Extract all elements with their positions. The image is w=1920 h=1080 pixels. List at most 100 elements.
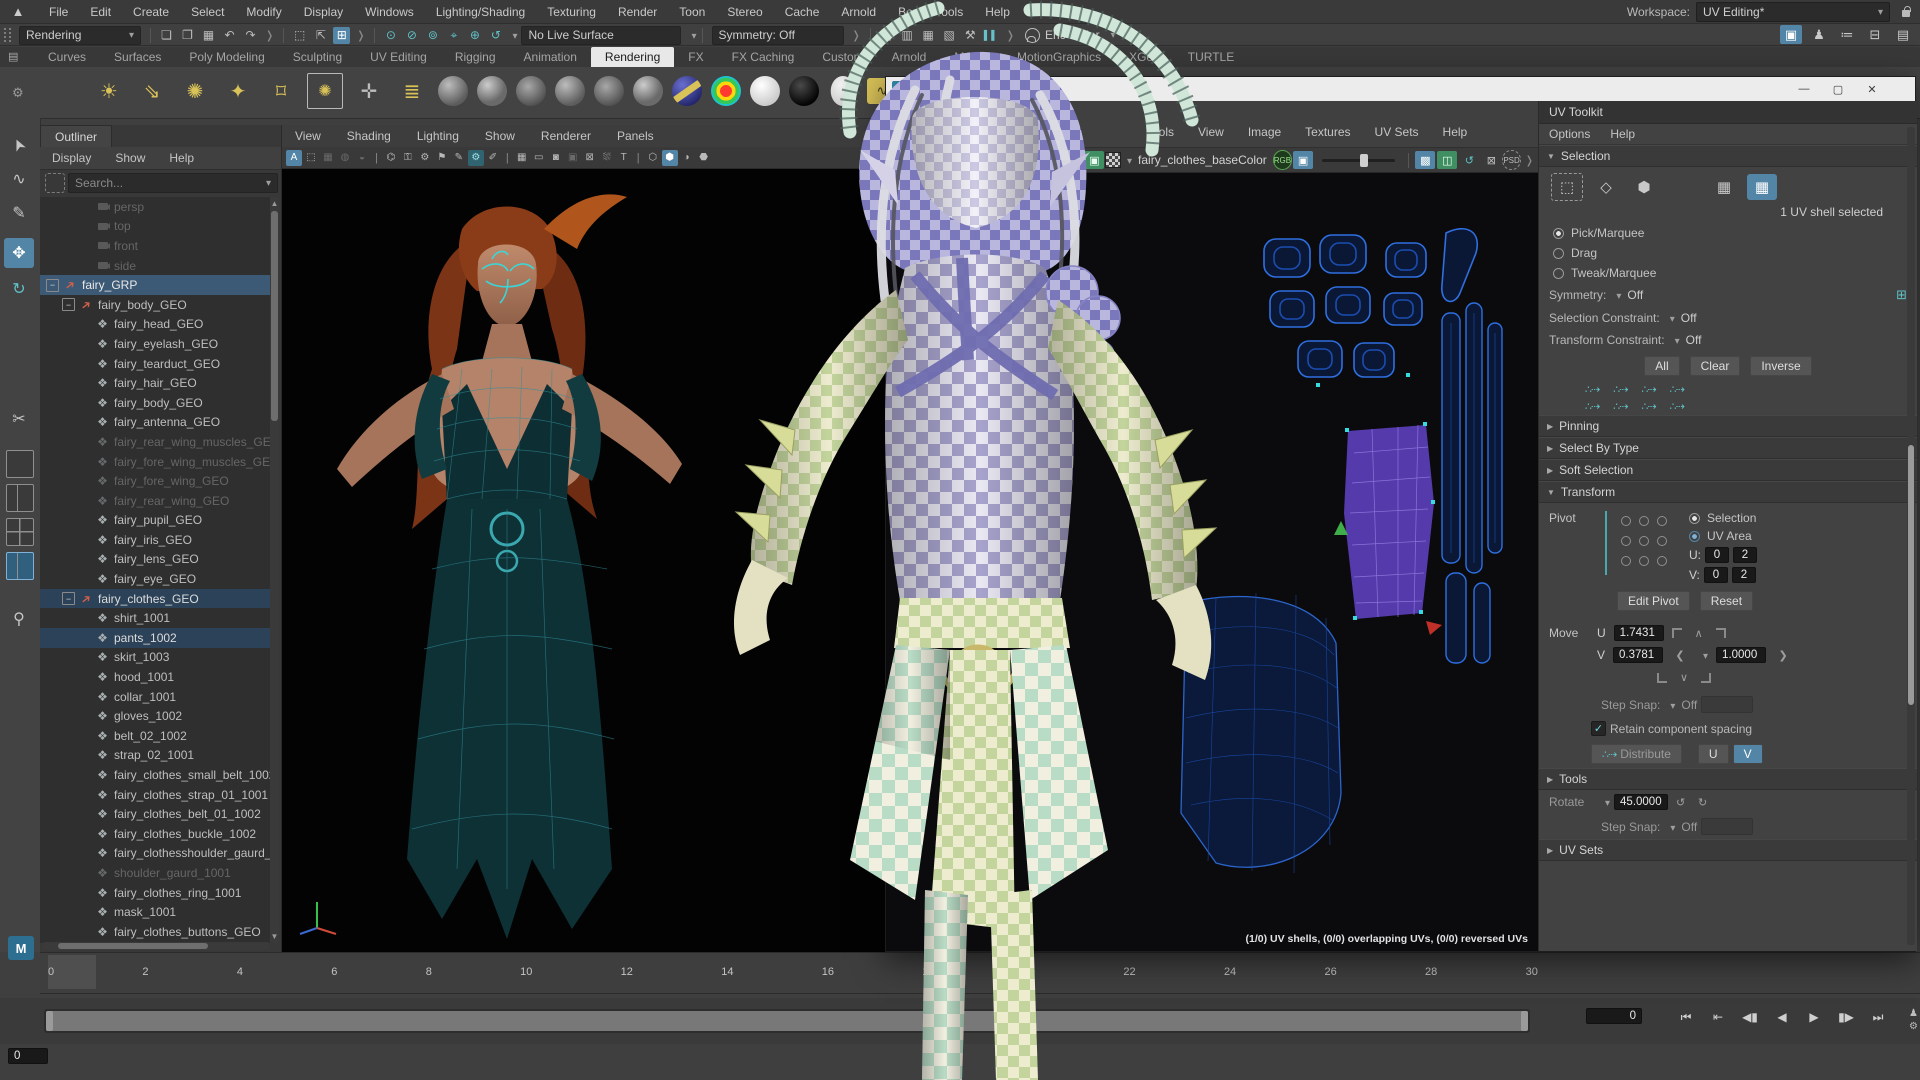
viewport-menu-item[interactable]: Show [472, 129, 528, 143]
pivot-handle[interactable] [1657, 516, 1667, 526]
select-object-icon[interactable] [291, 27, 308, 44]
menu-item[interactable]: Lighting/Shading [425, 0, 536, 24]
pivot-handle[interactable] [1639, 536, 1649, 546]
lock-icon[interactable] [1900, 6, 1912, 18]
section-tools[interactable]: Tools [1539, 768, 1917, 790]
directional-light-icon[interactable]: ⇘ [135, 74, 169, 108]
camera-settings-gear-icon[interactable]: ⚙ [417, 150, 433, 166]
pen-icon[interactable]: ✎ [451, 150, 467, 166]
filter-icon[interactable] [45, 173, 65, 193]
step-snap-value[interactable]: Off [1681, 698, 1697, 712]
rotate-ccw-button[interactable]: ↺ [1672, 796, 1690, 809]
outliner-node-row[interactable]: fairy_hair_GEO [40, 373, 270, 393]
lasso-icon[interactable]: ↺ [1459, 151, 1479, 169]
rotate-step-snap-dropdown[interactable] [1664, 820, 1675, 834]
pencil-icon[interactable]: ✐ [485, 150, 501, 166]
selection-button[interactable]: All [1644, 356, 1679, 376]
to-uv-border-icon[interactable] [1641, 400, 1655, 413]
selection-mode-radio[interactable]: Tweak/Marquee [1539, 263, 1917, 283]
snap-view-plane-icon[interactable] [466, 27, 483, 44]
outliner-node-row[interactable]: fairy_fore_wing_muscles_GEO [40, 452, 270, 472]
character-controls-toggle[interactable]: ♟ [1808, 25, 1830, 44]
toolkit-scrollbar[interactable] [1907, 127, 1915, 945]
outliner-vertical-scrollbar[interactable]: ▲ ▼ [270, 197, 279, 943]
transform-constraint-dropdown[interactable] [1669, 333, 1680, 347]
layout-two-pane[interactable] [6, 484, 34, 512]
outliner-node-row[interactable]: fairy_clothes_ring_1001 [40, 883, 270, 903]
image-active-icon[interactable]: ▣ [1293, 151, 1313, 169]
section-transform[interactable]: Transform [1539, 481, 1917, 503]
pivot-handle[interactable] [1657, 536, 1667, 546]
shelf-tab[interactable]: Rigging [441, 47, 510, 67]
outliner-node-row[interactable]: fairy_clothes_buttons_GEO [40, 922, 270, 942]
gate-mask-icon[interactable]: ▣ [565, 150, 581, 166]
live-surface-field[interactable]: No Live Surface [521, 26, 681, 45]
outliner-node-row[interactable]: skirt_1003 [40, 648, 270, 668]
collapsed-section-header[interactable]: Select By Type [1539, 437, 1917, 459]
outliner-node-row[interactable]: top [40, 217, 270, 237]
edit-pivot-button[interactable]: Edit Pivot [1617, 591, 1690, 611]
range-start-field[interactable]: 0 [8, 1048, 48, 1064]
scroll-up-arrow[interactable]: ▲ [270, 199, 279, 208]
outliner-node-row[interactable]: fairy_body_GEO [40, 295, 270, 315]
zoom-tool[interactable]: ⚲ [4, 604, 34, 634]
scroll-down-arrow[interactable]: ▼ [270, 932, 279, 941]
snap-projected-center-icon[interactable] [445, 27, 462, 44]
rgb-channels-badge[interactable]: RGB [1273, 150, 1292, 170]
pivot-handle[interactable] [1621, 536, 1631, 546]
uv-distortion-icon[interactable]: ▩ [1415, 151, 1435, 169]
outliner-node-row[interactable]: fairy_GRP [40, 275, 270, 295]
scrollbar-thumb[interactable] [271, 211, 278, 421]
uv-editor-menu-item[interactable]: Textures [1293, 125, 1362, 139]
slider-knob[interactable] [1360, 154, 1368, 167]
textured-sphere-icon[interactable]: ◑ [679, 150, 695, 166]
shaded-mode-icon[interactable]: ◍ [337, 150, 353, 166]
shaded-cube-active-icon[interactable]: ⬢ [662, 150, 678, 166]
v-min-field[interactable]: 0 [1704, 567, 1728, 583]
bookmark-icon[interactable]: ⚑ [434, 150, 450, 166]
texture-borders-icon[interactable]: ◫ [1437, 151, 1457, 169]
layout-four-pane[interactable] [6, 518, 34, 546]
resolution-gate-icon[interactable]: ◙ [548, 150, 564, 166]
workspace-dropdown[interactable]: UV Editing* [1696, 2, 1890, 22]
symmetry-grid-icon[interactable]: ⊞ [1896, 287, 1907, 303]
viewport-menu-item[interactable]: Lighting [404, 129, 472, 143]
minimize-button[interactable] [1787, 77, 1821, 101]
outliner-node-row[interactable]: fairy_antenna_GEO [40, 413, 270, 433]
rotate-step-snap-value[interactable]: Off [1681, 820, 1697, 834]
outliner-node-row[interactable]: fairy_clothes_buckle_1002 [40, 824, 270, 844]
select-hierarchy-icon[interactable] [333, 27, 350, 44]
selection-button[interactable]: Clear [1690, 356, 1741, 376]
close-button[interactable] [1855, 77, 1889, 101]
current-frame-field[interactable]: 0 [1586, 1008, 1642, 1024]
menu-item[interactable]: Modify [235, 0, 292, 24]
shelf-tab[interactable]: Poly Modeling [175, 47, 278, 67]
shelf-tab[interactable]: Curves [34, 47, 100, 67]
toolkit-menu-item[interactable]: Options [1539, 127, 1600, 141]
spot-light-icon[interactable]: ✦ [221, 74, 255, 108]
psd-network-icon[interactable]: PSD [1502, 150, 1520, 170]
move-left-button[interactable]: ❮ [1671, 649, 1689, 662]
shelf-tab[interactable]: Sculpting [279, 47, 356, 67]
pivot-position-grid[interactable] [1617, 511, 1671, 583]
distribute-u-button[interactable]: U [1698, 744, 1729, 764]
select-by-type-a-icon[interactable]: A [286, 150, 302, 166]
to-shell-icon[interactable] [1585, 400, 1599, 413]
tool-settings-toggle[interactable]: ⊟ [1864, 25, 1886, 44]
snap-point-icon[interactable] [424, 27, 441, 44]
paint-select-tool[interactable]: ✎ [4, 198, 34, 228]
uv-editor-menu-item[interactable]: UV Sets [1363, 125, 1431, 139]
snap-options-dropdown[interactable] [506, 28, 517, 42]
pivot-handle[interactable] [1639, 556, 1649, 566]
wireframe-cube-icon[interactable]: ⬡ [645, 150, 661, 166]
play-forward-button[interactable]: ▶ [1802, 1006, 1826, 1028]
outliner-node-row[interactable]: fairy_rear_wing_muscles_GEO [40, 432, 270, 452]
point-light-icon[interactable]: ☀ [92, 74, 126, 108]
move-down-button[interactable]: ∨ [1675, 671, 1693, 684]
make-live-icon[interactable] [487, 27, 504, 44]
outliner-node-row[interactable]: fairy_clothesshoulder_gaurd_ [40, 844, 270, 864]
outliner-node-row[interactable]: fairy_rear_wing_GEO [40, 491, 270, 511]
shaded-shell-icon[interactable]: ⬢ [1629, 174, 1659, 200]
u-max-field[interactable]: 2 [1733, 547, 1757, 563]
reset-pivot-button[interactable]: Reset [1700, 591, 1753, 611]
